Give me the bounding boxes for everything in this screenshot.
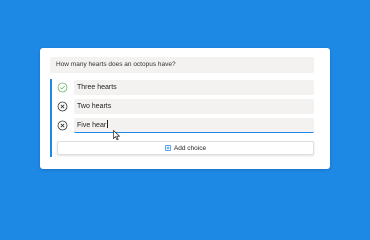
check-circle-icon[interactable] xyxy=(57,82,68,93)
choice-input-text: Five hear xyxy=(77,122,107,129)
choice-input[interactable]: Two hearts xyxy=(74,99,314,114)
choice-row: Three hearts xyxy=(57,80,314,95)
add-choice-label: Add choice xyxy=(173,144,207,152)
choice-input[interactable]: Three hearts xyxy=(74,80,314,95)
question-text-field[interactable]: How many hearts does an octopus have? xyxy=(50,57,314,73)
add-icon xyxy=(164,145,171,151)
remove-circle-icon[interactable] xyxy=(57,101,68,112)
remove-circle-icon[interactable] xyxy=(57,120,68,131)
text-caret xyxy=(106,120,108,128)
choice-input-active[interactable]: Five hear xyxy=(74,118,314,133)
accent-bar xyxy=(50,79,52,157)
question-card: How many hearts does an octopus have? Th… xyxy=(40,48,330,169)
choice-row: Two hearts xyxy=(57,99,314,114)
mouse-pointer-icon xyxy=(113,128,121,141)
add-choice-button[interactable]: Add choice xyxy=(57,141,314,155)
choice-row: Five hear xyxy=(57,118,314,133)
